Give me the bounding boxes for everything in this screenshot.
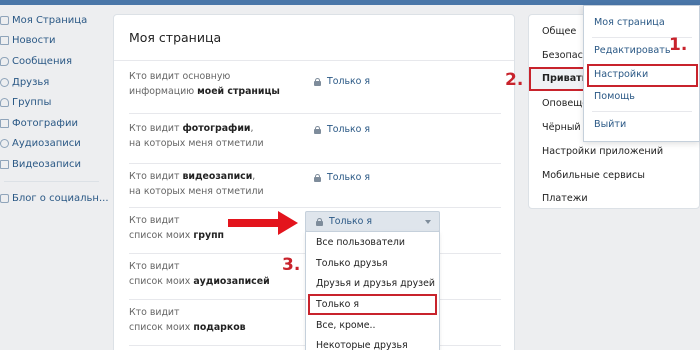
sidebar-item-label: Фотографии	[12, 117, 78, 129]
row-label-bold: видеозаписи	[182, 171, 253, 182]
sidebar-divider	[4, 180, 99, 182]
row-label-line1: Кто видит	[129, 261, 180, 272]
privacy-options-list: Все пользователи Только друзья Друзья и …	[305, 231, 440, 350]
option-all-users[interactable]: Все пользователи	[306, 232, 439, 253]
sidebar-item-my-page[interactable]: Моя Страница	[0, 10, 110, 31]
sidebar-item-groups[interactable]: Группы	[0, 92, 110, 113]
row-label-line2: на которых меня отметили	[129, 138, 264, 149]
row-label-punct: ,	[252, 171, 256, 182]
sidebar-item-messages[interactable]: Сообщения	[0, 51, 110, 72]
sidebar-item-video[interactable]: Видеозаписи	[0, 154, 110, 175]
sidebar-item-label: Аудиозаписи	[12, 138, 81, 150]
row-label-line1: Кто видит основную	[129, 71, 231, 82]
step-number-1: 1.	[669, 35, 688, 55]
row-divider	[129, 163, 501, 164]
sidebar-item-blog[interactable]: Блог о социальн...	[0, 188, 110, 209]
row-label: Кто видит список моих аудиозаписей	[129, 259, 270, 289]
row-label-line2: список моих	[129, 322, 194, 333]
privacy-value-link[interactable]: Только я	[314, 172, 370, 183]
option-only-me[interactable]: Только я	[308, 294, 437, 315]
account-item-logout[interactable]: Выйти	[594, 119, 626, 130]
row-label-bold: групп	[193, 230, 225, 241]
row-label: Кто видит видеозаписи, на которых меня о…	[129, 169, 264, 199]
page-title: Моя страница	[114, 15, 514, 61]
sidebar-item-label: Друзья	[12, 76, 50, 88]
privacy-value-link[interactable]: Только я	[314, 76, 370, 87]
blog-icon	[0, 193, 9, 203]
row-label-bold: аудиозаписей	[193, 276, 270, 287]
left-sidebar: Моя Страница Новости Сообщения Друзья Гр…	[0, 10, 110, 208]
row-label-line2: список моих	[129, 276, 194, 287]
option-all-except[interactable]: Все, кроме..	[306, 315, 439, 336]
sidebar-item-label: Новости	[12, 35, 56, 47]
chevron-down-icon	[425, 220, 431, 224]
home-icon	[0, 15, 9, 25]
sidebar-item-label: Группы	[12, 97, 52, 109]
row-label-line1: Кто видит	[129, 307, 180, 318]
settings-item-blacklist[interactable]: Чёрный с	[542, 122, 589, 133]
sidebar-item-label: Видеозаписи	[12, 158, 82, 170]
lock-icon	[314, 77, 321, 86]
lock-icon	[314, 173, 321, 182]
settings-highlight-box	[587, 64, 698, 87]
settings-item-payments[interactable]: Платежи	[542, 193, 588, 204]
row-label-line1: Кто видит	[129, 215, 180, 226]
lock-icon	[314, 125, 321, 134]
row-label-line1: Кто видит	[129, 171, 183, 182]
privacy-value-text: Только я	[327, 172, 370, 183]
row-label-line1: Кто видит	[129, 123, 183, 134]
row-label-bold: моей страницы	[197, 86, 280, 97]
video-icon	[0, 159, 9, 169]
row-label-bold: подарков	[193, 322, 246, 333]
row-label-line2: список моих	[129, 230, 194, 241]
messages-icon	[0, 56, 9, 66]
account-menu-divider	[592, 111, 692, 112]
row-label-line2: информацию	[129, 86, 198, 97]
step-number-2: 2.	[505, 70, 524, 90]
settings-item-apps[interactable]: Настройки приложений	[542, 146, 663, 157]
row-divider	[129, 113, 501, 114]
lock-icon	[316, 217, 323, 226]
row-label: Кто видит фотографии, на которых меня от…	[129, 121, 264, 151]
row-label-line2: на которых меня отметили	[129, 186, 264, 197]
privacy-select[interactable]: Только я	[305, 211, 440, 232]
privacy-value-text: Только я	[327, 124, 370, 135]
sidebar-item-label: Блог о социальн...	[12, 192, 109, 204]
privacy-value-link[interactable]: Только я	[314, 124, 370, 135]
row-label-bold: фотографии	[182, 123, 251, 134]
settings-item-general[interactable]: Общее	[542, 26, 576, 37]
sidebar-item-photos[interactable]: Фотографии	[0, 113, 110, 134]
privacy-select-value: Только я	[329, 216, 372, 227]
sidebar-item-label: Моя Страница	[12, 14, 88, 26]
annotation-arrow-icon	[228, 211, 298, 235]
option-friends-only[interactable]: Только друзья	[306, 253, 439, 274]
account-item-my-page[interactable]: Моя страница	[594, 17, 665, 28]
photos-icon	[0, 118, 9, 128]
account-menu: Моя страница Редактировать Настройки Пом…	[583, 5, 700, 142]
option-friends-of-friends[interactable]: Друзья и друзья друзей	[306, 273, 439, 294]
row-label: Кто видит список моих групп	[129, 213, 224, 243]
step-number-3: 3.	[282, 255, 301, 275]
sidebar-item-label: Сообщения	[12, 55, 73, 67]
account-item-edit[interactable]: Редактировать	[594, 45, 671, 56]
groups-icon	[0, 98, 9, 108]
sidebar-item-news[interactable]: Новости	[0, 31, 110, 52]
account-item-help[interactable]: Помощь	[594, 91, 635, 102]
sidebar-item-friends[interactable]: Друзья	[0, 72, 110, 93]
row-label-punct: ,	[250, 123, 254, 134]
settings-item-mobile[interactable]: Мобильные сервисы	[542, 170, 645, 181]
row-label: Кто видит список моих подарков	[129, 305, 246, 335]
privacy-value-text: Только я	[327, 76, 370, 87]
option-some-friends[interactable]: Некоторые друзья	[306, 335, 439, 350]
row-label: Кто видит основную информацию моей стран…	[129, 69, 280, 99]
friends-icon	[0, 77, 9, 87]
audio-icon	[0, 139, 9, 149]
privacy-highlight-box	[529, 67, 587, 91]
sidebar-item-audio[interactable]: Аудиозаписи	[0, 134, 110, 155]
news-icon	[0, 36, 9, 46]
row-divider	[129, 207, 501, 208]
